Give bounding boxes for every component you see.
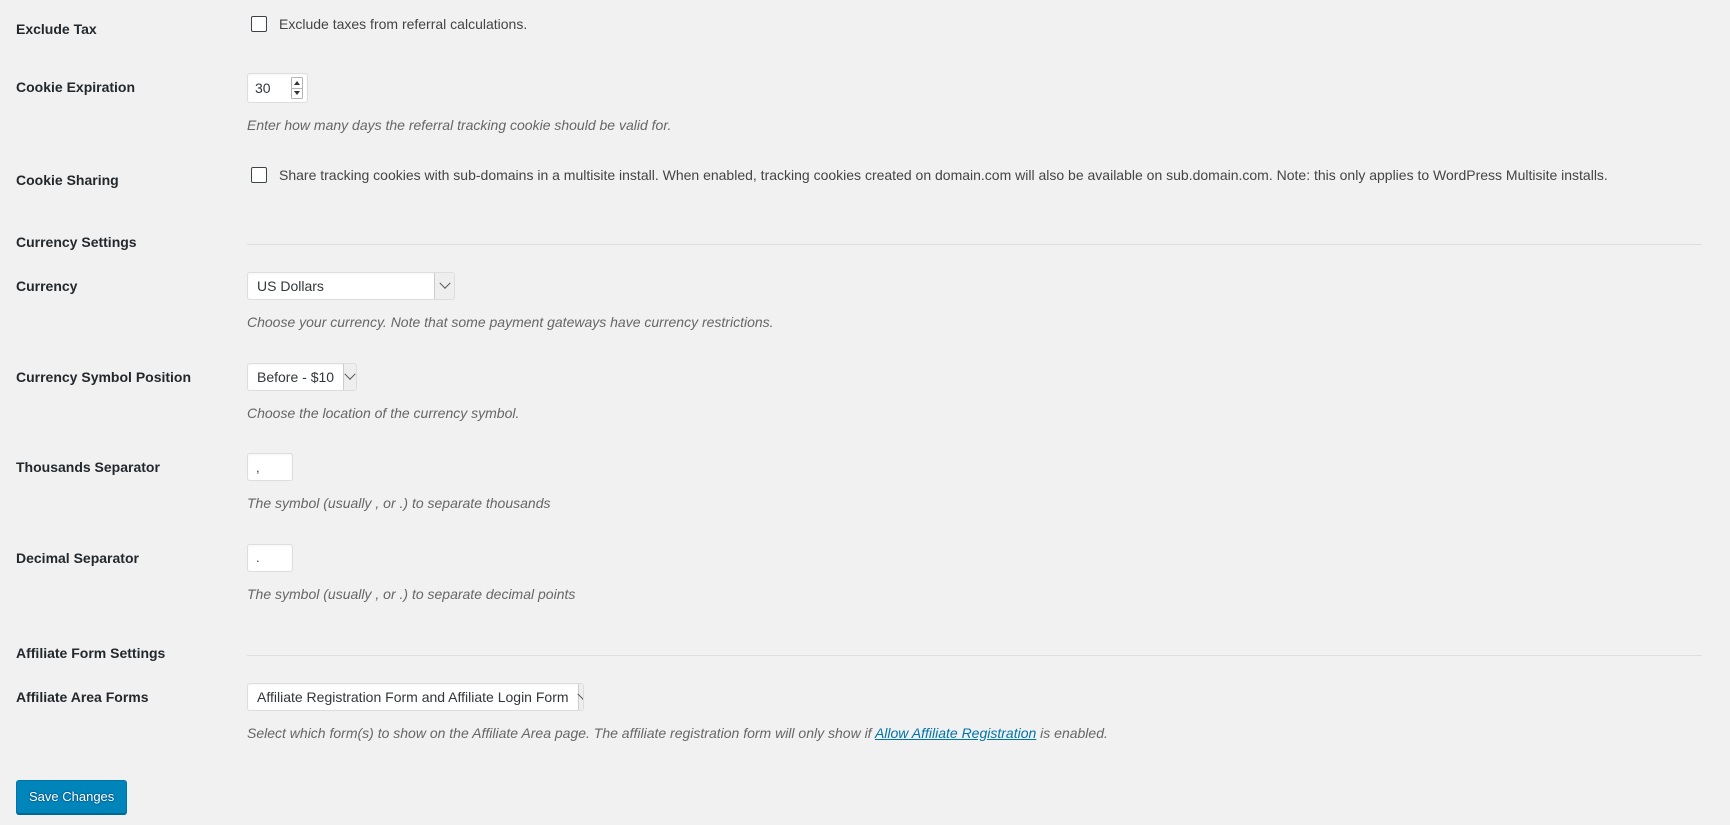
- label-exclude-tax: Exclude Tax: [16, 21, 97, 37]
- spinner-down-button[interactable]: [292, 88, 302, 99]
- affiliate-area-forms-select[interactable]: Affiliate Registration Form and Affiliat…: [247, 682, 584, 711]
- label-decimal-separator: Decimal Separator: [16, 549, 139, 566]
- section-rule-affiliate-form-settings: [237, 620, 1730, 668]
- cookie-expiration-stepper[interactable]: [247, 73, 308, 104]
- currency-symbol-position-value: Before - $10: [257, 368, 335, 385]
- currency-select-value: US Dollars: [257, 278, 324, 295]
- currency-select[interactable]: US Dollars: [247, 272, 455, 301]
- save-changes-button[interactable]: Save Changes: [16, 780, 128, 815]
- caret-up-icon: [294, 80, 300, 85]
- exclude-tax-checkbox-row[interactable]: Exclude taxes from referral calculations…: [247, 15, 1720, 35]
- currency-symbol-position-select[interactable]: Before - $10: [247, 362, 357, 391]
- row-cookie-sharing: Cookie Sharing Share tracking cookies wi…: [0, 151, 1730, 209]
- row-cookie-expiration: Cookie Expiration Enter how many days th…: [0, 58, 1730, 151]
- allow-affiliate-registration-link[interactable]: Allow Affiliate Registration: [875, 725, 1036, 741]
- exclude-tax-checkbox-label: Exclude taxes from referral calculations…: [279, 16, 528, 32]
- thousands-separator-description: The symbol (usually , or .) to separate …: [247, 495, 551, 512]
- field-currency-symbol-position: Before - $10 Choose the location of the …: [237, 348, 1730, 439]
- row-affiliate-area-forms: Affiliate Area Forms Affiliate Registrat…: [0, 668, 1730, 759]
- label-cookie-sharing: Cookie Sharing: [16, 171, 119, 188]
- label-currency: Currency: [16, 278, 78, 295]
- label-affiliate-area-forms: Affiliate Area Forms: [16, 688, 149, 705]
- label-thousands-separator: Thousands Separator: [16, 459, 160, 476]
- cookie-sharing-checkbox-row[interactable]: Share tracking cookies with sub-domains …: [247, 166, 1720, 186]
- chevron-down-icon: [576, 683, 583, 710]
- exclude-tax-checkbox[interactable]: [251, 16, 267, 32]
- cookie-expiration-input[interactable]: [248, 74, 291, 103]
- section-heading-affiliate-form-settings: Affiliate Form Settings: [16, 644, 166, 661]
- field-thousands-separator: The symbol (usually , or .) to separate …: [237, 438, 1730, 529]
- description-text-before: Select which form(s) to show on the Affi…: [247, 724, 875, 741]
- chevron-down-icon: [434, 273, 454, 300]
- affiliate-area-forms-description: Select which form(s) to show on the Affi…: [247, 724, 1720, 744]
- description-text-after: is enabled.: [1036, 724, 1108, 741]
- cookie-sharing-checkbox[interactable]: [251, 166, 267, 183]
- divider: [247, 243, 1702, 245]
- thousands-separator-input[interactable]: [247, 453, 293, 482]
- field-decimal-separator: The symbol (usually , or .) to separate …: [237, 529, 1730, 620]
- label-cookie-expiration: Cookie Expiration: [16, 79, 136, 96]
- cookie-expiration-description: Enter how many days the referral trackin…: [247, 117, 672, 134]
- cookie-sharing-checkbox-label: Share tracking cookies with sub-domains …: [279, 166, 1608, 183]
- row-affiliate-form-settings-section: Affiliate Form Settings: [0, 620, 1730, 668]
- spinner-buttons[interactable]: [291, 77, 303, 100]
- currency-symbol-position-description: Choose the location of the currency symb…: [247, 404, 520, 421]
- affiliate-area-forms-value: Affiliate Registration Form and Affiliat…: [257, 688, 569, 705]
- decimal-separator-input[interactable]: [247, 543, 293, 572]
- row-currency-settings-section: Currency Settings: [0, 209, 1730, 257]
- spinner-up-button[interactable]: [292, 78, 302, 89]
- divider: [247, 654, 1702, 656]
- row-currency: Currency US Dollars Choose your currency…: [0, 257, 1730, 348]
- field-cookie-expiration: Enter how many days the referral trackin…: [237, 58, 1730, 151]
- field-cookie-sharing: Share tracking cookies with sub-domains …: [237, 151, 1730, 209]
- field-affiliate-area-forms: Affiliate Registration Form and Affiliat…: [237, 668, 1730, 759]
- row-decimal-separator: Decimal Separator The symbol (usually , …: [0, 529, 1730, 620]
- field-currency: US Dollars Choose your currency. Note th…: [237, 257, 1730, 348]
- row-currency-symbol-position: Currency Symbol Position Before - $10 Ch…: [0, 348, 1730, 439]
- currency-description: Choose your currency. Note that some pay…: [247, 314, 774, 331]
- settings-form-table: Exclude Tax Exclude taxes from referral …: [0, 0, 1730, 758]
- caret-down-icon: [294, 91, 300, 96]
- field-exclude-tax: Exclude taxes from referral calculations…: [237, 0, 1730, 58]
- row-exclude-tax: Exclude Tax Exclude taxes from referral …: [0, 0, 1730, 58]
- chevron-down-icon: [343, 363, 356, 390]
- label-currency-symbol-position: Currency Symbol Position: [16, 368, 192, 385]
- submit-area: Save Changes: [0, 758, 1730, 815]
- section-heading-currency-settings: Currency Settings: [16, 233, 137, 250]
- decimal-separator-description: The symbol (usually , or .) to separate …: [247, 585, 576, 602]
- row-thousands-separator: Thousands Separator The symbol (usually …: [0, 438, 1730, 529]
- section-rule-currency-settings: [237, 209, 1730, 257]
